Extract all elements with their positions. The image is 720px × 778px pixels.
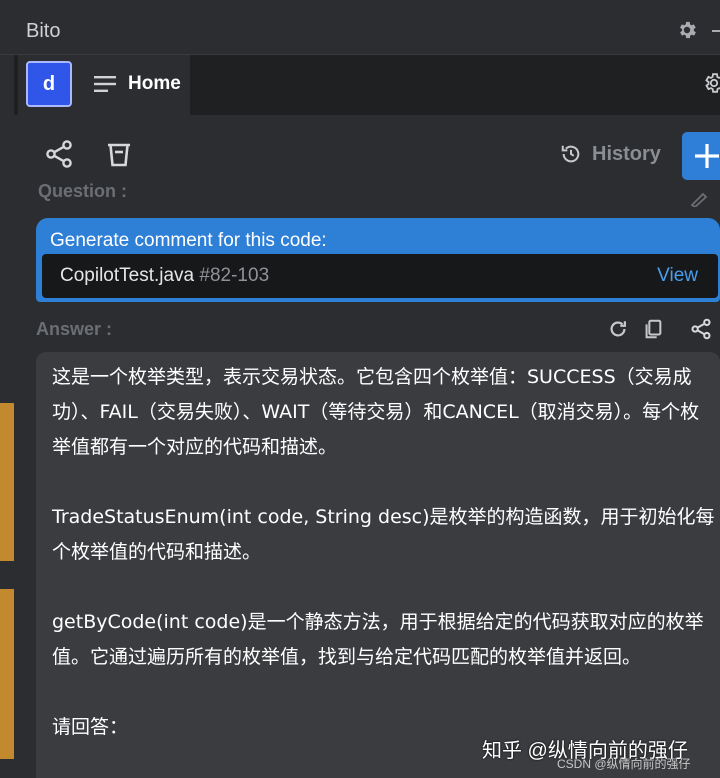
watermark-sub: CSDN @纵情向前的强仔 [557,757,691,771]
window-title: Bito [26,20,61,42]
trash-icon[interactable] [104,139,134,169]
question-text: Generate comment for this code: [50,230,327,251]
copy-icon[interactable] [642,318,664,340]
code-reference: CopilotTest.java #82-103 View [42,254,718,298]
share-icon[interactable] [44,139,74,169]
edit-icon[interactable] [690,193,708,207]
plus-icon [694,143,720,169]
answer-paragraph: getByCode(int code)是一个静态方法，用于根据给定的代码获取对应… [52,611,704,668]
settings-gear-icon[interactable] [702,71,720,95]
history-icon [560,143,582,165]
menu-icon[interactable] [94,75,116,93]
answer-label: Answer : [36,319,113,339]
tab-home[interactable]: d Home [18,55,190,115]
line-range: #82-103 [199,265,270,286]
gear-icon[interactable] [676,19,698,41]
new-chat-button[interactable] [682,132,720,180]
answer-paragraph: TradeStatusEnum(int code, String desc)是枚… [52,506,715,563]
history-label: History [592,142,661,165]
bito-panel: d Home History Question : Generate comme… [14,55,720,778]
history-button[interactable]: History [560,139,661,169]
gutter-marker [0,403,14,561]
question-bubble: Generate comment for this code: CopilotT… [36,218,720,302]
file-name: CopilotTest.java [60,265,195,286]
view-link[interactable]: View [657,265,698,287]
answer-paragraph: 这是一个枚举类型，表示交易状态。它包含四个枚举值：SUCCESS（交易成功）、F… [52,366,700,458]
answer-text: 这是一个枚举类型，表示交易状态。它包含四个枚举值：SUCCESS（交易成功）、F… [52,360,718,745]
minimize-icon[interactable] [712,30,720,32]
share-answer-icon[interactable] [690,318,712,340]
code-file-name: CopilotTest.java #82-103 [60,265,269,287]
answer-bubble: 这是一个枚举类型，表示交易状态。它包含四个枚举值：SUCCESS（交易成功）、F… [36,352,720,778]
tab-label: Home [128,73,181,94]
title-bar: Bito [0,0,720,55]
gutter-marker [0,589,14,759]
avatar[interactable]: d [26,61,72,107]
refresh-icon[interactable] [607,318,629,340]
tab-row: d Home [14,55,720,115]
question-label: Question : [38,181,127,201]
editor-gutter [0,55,14,778]
